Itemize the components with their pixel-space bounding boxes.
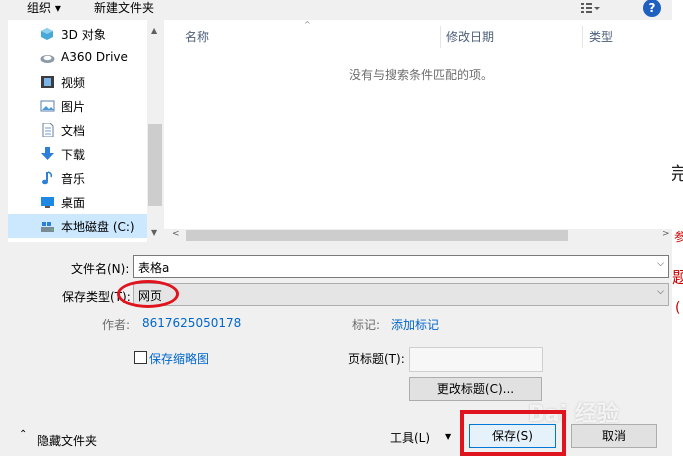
nav-item-label: 文档 xyxy=(61,124,86,138)
nav-item-3d-objects[interactable]: 3D 对象 xyxy=(8,22,155,46)
nav-item-a360-drive[interactable]: A360 Drive xyxy=(8,46,155,70)
file-list-scrollbar[interactable]: < > xyxy=(164,229,672,242)
tools-dropdown-icon[interactable]: ▼ xyxy=(445,432,451,441)
filetype-select[interactable]: 网页 ⌵ xyxy=(133,283,669,306)
page-title-label: 页标题(T): xyxy=(348,352,405,366)
help-icon[interactable]: ? xyxy=(643,0,661,17)
tags-label: 标记: xyxy=(352,318,381,332)
column-divider[interactable] xyxy=(582,26,583,48)
column-header-modified[interactable]: 修改日期 xyxy=(446,26,494,48)
music-icon xyxy=(40,171,55,185)
background-document: 完 参 题 ( xyxy=(669,0,683,456)
save-thumbnail-checkbox[interactable] xyxy=(134,351,147,364)
toolbar: 组织 ▾ 新建文件夹 ? xyxy=(0,0,676,20)
nav-item-pictures[interactable]: 图片 xyxy=(8,94,155,118)
column-header-name[interactable]: 名称 xyxy=(185,26,209,48)
annotation-ellipse xyxy=(117,280,179,308)
chevron-up-icon[interactable]: ⌃ xyxy=(19,429,27,440)
nav-item-local-disk[interactable]: 本地磁盘 (C:) xyxy=(8,214,155,238)
view-options-icon[interactable] xyxy=(580,1,600,15)
local-disk-icon xyxy=(40,219,55,233)
a360-drive-icon xyxy=(40,51,55,65)
nav-item-videos[interactable]: 视频 xyxy=(8,70,155,94)
background-doc-text: ( xyxy=(675,300,681,316)
file-list-scroll-thumb[interactable] xyxy=(186,230,568,241)
column-divider[interactable] xyxy=(440,26,441,48)
nav-item-label: 音乐 xyxy=(61,172,86,186)
background-doc-text: 题 xyxy=(672,268,683,287)
annotation-rectangle xyxy=(460,410,566,456)
file-list: ^ 名称 修改日期 类型 没有与搜索条件匹配的项。 xyxy=(164,20,672,229)
nav-item-music[interactable]: 音乐 xyxy=(8,166,155,190)
scroll-up-icon[interactable]: ▲ xyxy=(151,26,157,35)
empty-message: 没有与搜索条件匹配的项。 xyxy=(349,68,494,82)
scroll-left-icon[interactable]: < xyxy=(172,229,180,239)
column-header-type[interactable]: 类型 xyxy=(589,26,613,48)
nav-item-label: 视频 xyxy=(61,76,86,90)
nav-scrollbar[interactable]: ▲ ▼ xyxy=(147,20,163,242)
nav-item-label: 桌面 xyxy=(61,196,86,210)
chevron-down-icon[interactable]: ⌵ xyxy=(657,287,664,297)
save-thumbnail-label[interactable]: 保存缩略图 xyxy=(149,350,209,367)
hide-folders-button[interactable]: 隐藏文件夹 xyxy=(37,432,97,449)
nav-item-desktop[interactable]: 桌面 xyxy=(8,190,155,214)
scroll-down-icon[interactable]: ▼ xyxy=(151,228,157,237)
filename-value: 表格a xyxy=(138,261,170,275)
nav-item-label: 3D 对象 xyxy=(61,28,106,42)
author-label: 作者: xyxy=(102,318,131,332)
add-tags-link[interactable]: 添加标记 xyxy=(391,316,439,333)
downloads-icon xyxy=(40,147,55,161)
filename-input[interactable]: 表格a ⌵ xyxy=(133,255,669,278)
documents-icon xyxy=(40,122,55,138)
tools-button[interactable]: 工具(L) xyxy=(390,429,430,446)
pictures-icon xyxy=(40,99,55,113)
change-title-button[interactable]: 更改标题(C)... xyxy=(409,377,542,401)
filename-label: 文件名(N): xyxy=(71,262,130,276)
nav-item-label: 图片 xyxy=(61,100,86,114)
background-doc-text: 参 xyxy=(674,230,683,244)
scroll-right-icon[interactable]: > xyxy=(662,229,670,239)
navigation-pane: 3D 对象 A360 Drive 视频 图片 文档 下载 音乐 桌面 本地磁盘 … xyxy=(8,20,163,242)
nav-item-label: 本地磁盘 (C:) xyxy=(61,220,135,234)
nav-item-label: 下载 xyxy=(61,148,86,162)
videos-icon xyxy=(40,75,55,89)
organize-button[interactable]: 组织 ▾ xyxy=(27,0,61,18)
page-title-input[interactable] xyxy=(409,347,543,372)
nav-item-downloads[interactable]: 下载 xyxy=(8,142,155,166)
nav-item-documents[interactable]: 文档 xyxy=(8,118,155,142)
desktop-icon xyxy=(40,195,55,209)
new-folder-button[interactable]: 新建文件夹 xyxy=(94,0,154,18)
nav-item-label: A360 Drive xyxy=(61,50,128,64)
nav-scroll-thumb[interactable] xyxy=(148,124,162,206)
chevron-down-icon[interactable]: ⌵ xyxy=(657,259,664,269)
3d-objects-icon xyxy=(40,27,55,41)
sort-arrow-icon: ^ xyxy=(304,20,311,29)
author-value[interactable]: 8617625050178 xyxy=(142,316,241,330)
